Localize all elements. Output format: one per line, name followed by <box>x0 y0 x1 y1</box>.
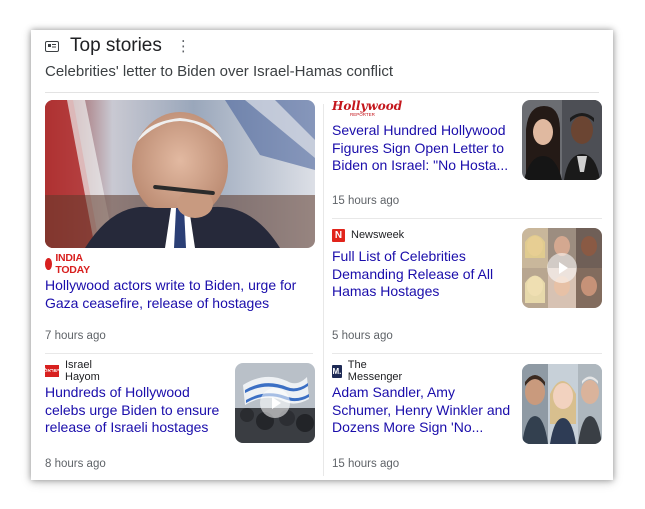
header-divider <box>45 92 599 93</box>
story-thumbnail-celebrities[interactable] <box>522 100 602 180</box>
story-timestamp: 7 hours ago <box>45 330 106 342</box>
story-timestamp: 15 hours ago <box>332 195 400 207</box>
news-icon <box>45 40 59 52</box>
top-stories-card: Top stories ⋮ Celebrities' letter to Bid… <box>31 30 613 480</box>
story-headline[interactable]: Hollywood actors write to Biden, urge fo… <box>45 277 313 312</box>
source-the-messenger: M. The Messenger <box>332 359 405 383</box>
story-headline[interactable]: Full List of Celebrities Demanding Relea… <box>332 248 512 301</box>
story-timestamp: 5 hours ago <box>332 330 393 342</box>
column-divider <box>323 104 324 476</box>
source-india-today: INDIA TODAY <box>45 252 95 276</box>
celebrities-photo <box>522 100 602 180</box>
story-timestamp: 8 hours ago <box>45 458 106 470</box>
messenger-logo: M. <box>332 364 342 378</box>
story-divider <box>45 353 313 354</box>
hollywood-reporter-logo: Hollywood REPORTER <box>332 100 402 117</box>
story-headline[interactable]: Hundreds of Hollywood celebs urge Biden … <box>45 384 225 437</box>
topic-subtitle[interactable]: Celebrities' letter to Biden over Israel… <box>45 63 393 80</box>
source-name: The Messenger <box>347 359 403 383</box>
hollywood-reporter-subtitle: REPORTER <box>350 111 375 117</box>
play-icon[interactable] <box>547 253 577 283</box>
israel-hayom-logo: ישראל <box>45 365 59 377</box>
source-name: INDIA TODAY <box>55 252 90 276</box>
biden-photo <box>45 100 315 248</box>
source-name: Newsweek <box>351 229 405 241</box>
story-divider <box>332 218 602 219</box>
play-icon[interactable] <box>260 388 290 418</box>
newsweek-logo: N <box>332 228 345 242</box>
story-thumbnail-israeli-flag[interactable] <box>235 363 315 443</box>
story-thumbnail-signers[interactable] <box>522 364 602 444</box>
source-israel-hayom: ישראל Israel Hayom <box>45 359 100 383</box>
source-newsweek: N Newsweek <box>332 228 404 242</box>
source-name: Israel Hayom <box>65 359 100 383</box>
hollywood-reporter-wordmark: Hollywood <box>332 98 403 113</box>
story-timestamp: 15 hours ago <box>332 458 400 470</box>
signers-photo <box>522 364 602 444</box>
story-headline[interactable]: Adam Sandler, Amy Schumer, Henry Winkler… <box>332 384 512 437</box>
more-vert-icon[interactable]: ⋮ <box>176 39 191 54</box>
story-thumbnail-biden[interactable] <box>45 100 315 248</box>
india-today-logo <box>45 258 53 270</box>
story-headline[interactable]: Several Hundred Hollywood Figures Sign O… <box>332 122 512 175</box>
top-stories-header: Top stories ⋮ <box>45 35 191 57</box>
story-divider <box>332 353 602 354</box>
section-title: Top stories <box>70 35 162 56</box>
source-hollywood-reporter: Hollywood REPORTER <box>332 98 408 118</box>
story-thumbnail-celebrity-collage[interactable] <box>522 228 602 308</box>
